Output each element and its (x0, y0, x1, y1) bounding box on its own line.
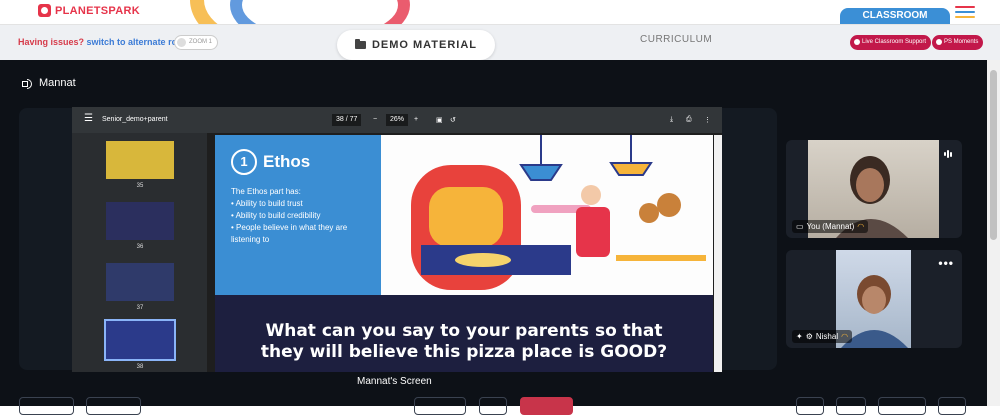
zoom-in-icon[interactable]: + (414, 116, 418, 123)
control-button[interactable] (878, 397, 926, 415)
control-button[interactable] (938, 397, 966, 415)
page-thumbnail[interactable] (106, 263, 174, 301)
control-button[interactable] (796, 397, 824, 415)
control-button[interactable] (86, 397, 141, 415)
tab-curriculum[interactable]: CURRICULUM (640, 34, 712, 45)
fit-page-icon[interactable]: ▣ (436, 116, 443, 124)
room-toggle[interactable]: ZOOM 1 (174, 35, 218, 50)
rotate-icon[interactable]: ↺ (450, 116, 456, 124)
download-icon[interactable]: ⤓ (670, 116, 673, 124)
demo-material-button[interactable]: DEMO MATERIAL (337, 30, 495, 60)
issues-label: Having issues? (18, 37, 85, 47)
active-speaker: Mannat (22, 77, 76, 89)
screen-caption: Mannat's Screen (357, 376, 432, 387)
zoom-level[interactable]: 26% (386, 114, 409, 126)
slide-heading: 1 Ethos (231, 149, 365, 175)
slide-bullet: Ability to build trust (231, 198, 365, 210)
sub-bar: Having issues? switch to alternate room … (0, 24, 1000, 60)
pin-icon[interactable]: ✦ (796, 332, 803, 341)
settings-icon[interactable]: ⚙ (806, 332, 813, 341)
control-button[interactable] (19, 397, 74, 415)
page-thumbnail[interactable] (106, 202, 174, 240)
thumbnail-sidebar: 35 36 37 38 (72, 133, 207, 372)
thumbnail-number: 38 (136, 364, 144, 370)
page-thumbnail[interactable] (106, 141, 174, 179)
top-bar: PLANETSPARK CLASSROOM (0, 0, 1000, 60)
thumbnail-number: 36 (136, 244, 144, 250)
folder-icon (354, 39, 366, 49)
zoom-out-icon[interactable]: − (373, 116, 377, 123)
control-button[interactable] (836, 397, 866, 415)
live-classroom-support-button[interactable]: Live Classroom Support (850, 35, 932, 50)
page-thumbnail-selected[interactable] (104, 319, 176, 361)
total-pages: 77 (349, 116, 358, 123)
pdf-file-name: Senior_demo+parent (102, 116, 168, 123)
slide-bullet: Ability to build credibility (231, 210, 365, 222)
current-page: 38 (336, 116, 344, 123)
brand-logo[interactable]: PLANETSPARK (38, 4, 140, 17)
participant-name-tag: ✦ ⚙ Nishal ◠ (792, 330, 853, 343)
slide-intro: The Ethos part has: (231, 187, 301, 196)
slide-page: 1 Ethos The Ethos part has: Ability to b… (215, 135, 713, 372)
pdf-toolbar: ☰ Senior_demo+parent 38 / 77 − 26% + ▣ ↺… (72, 107, 722, 133)
slide-text-panel: 1 Ethos The Ethos part has: Ability to b… (215, 135, 381, 295)
print-icon[interactable]: ⎙ (686, 116, 692, 124)
page-separator: / (345, 116, 348, 123)
slide-bullet: People believe in what they are listenin… (231, 222, 365, 246)
ps-moments-button[interactable]: PS Moments (932, 35, 984, 50)
end-call-button[interactable] (520, 397, 573, 415)
control-button[interactable] (479, 397, 507, 415)
slide-bullets: Ability to build trust Ability to build … (231, 198, 365, 246)
pizza-oven-illustration (381, 135, 713, 295)
question-line: they will believe this pizza place is GO… (260, 342, 668, 362)
question-line: What can you say to your parents so that (265, 321, 663, 341)
thumbnail-number: 35 (136, 183, 144, 189)
thumbnail-number: 37 (136, 305, 144, 311)
logo-text: PLANETSPARK (55, 4, 140, 17)
participant-name: You (Mannat) (806, 222, 855, 231)
camera-icon: ▭ (796, 222, 804, 231)
participant-name: Nishal (815, 332, 839, 341)
audio-level-icon (944, 150, 952, 158)
slide-number-badge: 1 (231, 149, 257, 175)
more-options-icon[interactable]: ••• (938, 256, 954, 270)
page-scrollbar[interactable] (987, 60, 1000, 406)
participant-name-tag: ▭ You (Mannat) ◠ (792, 220, 869, 233)
issues-text: Having issues? switch to alternate room (18, 37, 191, 47)
slide-title: Ethos (263, 152, 311, 171)
demo-material-label: DEMO MATERIAL (371, 39, 478, 51)
pizza-illustration-svg (411, 135, 706, 290)
signal-icon: ◠ (841, 332, 849, 341)
signal-icon: ◠ (857, 222, 865, 231)
control-button[interactable] (414, 397, 466, 415)
class-stage: Mannat ☰ Senior_demo+parent 38 / 77 − 26… (0, 60, 987, 415)
pdf-viewer[interactable]: ☰ Senior_demo+parent 38 / 77 − 26% + ▣ ↺… (72, 107, 722, 372)
hamburger-menu-icon[interactable] (955, 6, 975, 20)
slide-question: What can you say to your parents so that… (215, 295, 713, 372)
tab-classroom[interactable]: CLASSROOM (840, 8, 950, 24)
speaker-icon (22, 78, 33, 89)
scrollbar-thumb[interactable] (990, 70, 997, 240)
pdf-scrollbar[interactable] (714, 135, 722, 372)
logo-icon (38, 4, 51, 17)
more-options-icon[interactable]: ⋮ (704, 116, 711, 124)
page-indicator[interactable]: 38 / 77 (332, 114, 362, 126)
menu-icon[interactable]: ☰ (84, 113, 93, 124)
participant-tile[interactable]: ▭ You (Mannat) ◠ (786, 140, 962, 238)
speaker-name: Mannat (39, 77, 76, 89)
participant-tile[interactable]: ••• ✦ ⚙ Nishal ◠ (786, 250, 962, 348)
